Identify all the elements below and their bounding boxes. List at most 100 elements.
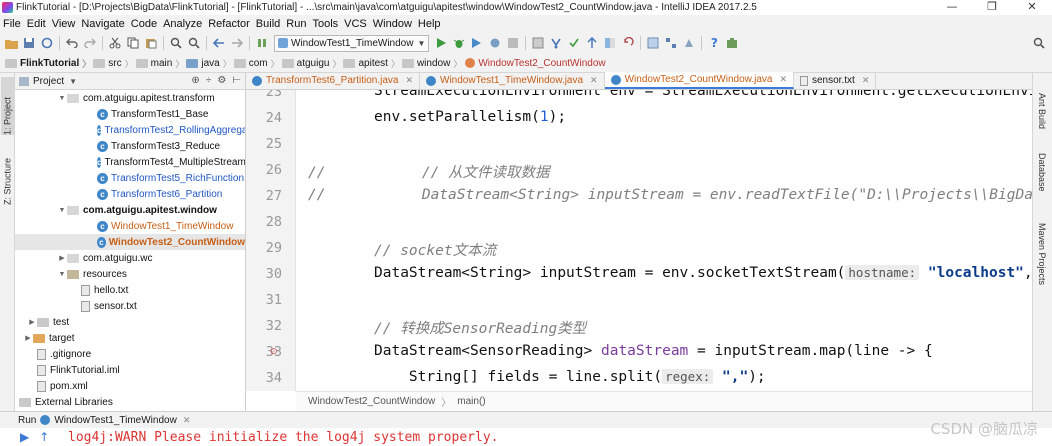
tree-package-item[interactable]: ▶ com.atguigu.wc (15, 250, 245, 266)
expanded-arrow-icon[interactable]: ▼ (57, 271, 67, 278)
build-icon[interactable] (253, 34, 271, 52)
run-configuration-select[interactable]: WindowTest1_TimeWindow ▼ (274, 34, 430, 52)
tree-item[interactable]: ▶ test (15, 314, 245, 330)
breadcrumb-src[interactable]: src 〉 (91, 57, 134, 70)
find-icon[interactable] (167, 34, 185, 52)
lambda-marker-icon[interactable]: ⊙ (270, 347, 278, 357)
collapsed-arrow-icon[interactable]: ▶ (23, 334, 33, 342)
menu-view[interactable]: View (49, 18, 79, 30)
debug-icon[interactable] (450, 34, 468, 52)
tree-item[interactable]: pom.xml (15, 378, 245, 394)
revert-icon[interactable] (619, 34, 637, 52)
chevron-down-icon[interactable]: ▼ (69, 77, 77, 86)
close-tab-icon[interactable]: ✕ (590, 75, 598, 86)
project-tool-tab[interactable]: 1: Project (1, 77, 14, 135)
replace-icon[interactable] (185, 34, 203, 52)
tree-class-item[interactable]: cTransformTest2_RollingAggregation (15, 122, 245, 138)
tree-item[interactable]: ▼ resources (15, 266, 245, 282)
plugin-icon[interactable] (723, 34, 741, 52)
run-icon[interactable] (432, 34, 450, 52)
menu-analyze[interactable]: Analyze (160, 18, 205, 30)
close-tab-icon[interactable]: ✕ (779, 74, 787, 85)
breadcrumb-main[interactable]: main 〉 (134, 57, 184, 70)
menu-vcs[interactable]: VCS (341, 18, 370, 30)
scroll-up-icon[interactable]: ↑ (39, 430, 49, 444)
compare-icon[interactable] (601, 34, 619, 52)
sync-icon[interactable] (38, 34, 56, 52)
collapsed-arrow-icon[interactable]: ▶ (27, 318, 37, 326)
tree-item[interactable]: ▶ target (15, 330, 245, 346)
tree-class-item[interactable]: c TransformTest3_Reduce (15, 138, 245, 154)
maximize-button[interactable]: ❐ (972, 0, 1012, 15)
breadcrumb-atguigu[interactable]: atguigu 〉 (280, 57, 341, 70)
coverage-icon[interactable] (468, 34, 486, 52)
editor-tab[interactable]: sensor.txt ✕ (794, 72, 877, 89)
back-arrow-icon[interactable] (210, 34, 228, 52)
menu-code[interactable]: Code (128, 18, 160, 30)
run-tab[interactable]: WindowTest1_TimeWindow (54, 415, 176, 426)
open-folder-icon[interactable] (2, 34, 20, 52)
tree-class-item[interactable]: c TransformTest4_MultipleStreams (15, 154, 245, 170)
code-editor[interactable]: StreamExecutionEnvironment env = StreamE… (296, 90, 1032, 391)
project-view-label[interactable]: Project (33, 76, 64, 87)
project-structure-icon[interactable] (529, 34, 547, 52)
editor-crumb-method[interactable]: main() (457, 396, 485, 407)
menu-build[interactable]: Build (253, 18, 283, 30)
help-icon[interactable]: ? (705, 34, 723, 52)
menu-tools[interactable]: Tools (309, 18, 341, 30)
collapsed-arrow-icon[interactable]: ▶ (57, 254, 67, 262)
save-all-icon[interactable] (20, 34, 38, 52)
database-tool-tab[interactable]: Database (1037, 153, 1047, 192)
menu-edit[interactable]: Edit (24, 18, 49, 30)
breadcrumb-apitest[interactable]: apitest 〉 (341, 57, 400, 70)
hide-panel-icon[interactable]: ⊢ (232, 75, 241, 86)
redo-icon[interactable] (81, 34, 99, 52)
tree-class-item[interactable]: c TransformTest1_Base (15, 106, 245, 122)
gear-icon[interactable]: ⚙ (217, 75, 226, 86)
vcs-commit-icon[interactable] (565, 34, 583, 52)
tree-package-item[interactable]: ▼ com.atguigu.apitest.window (15, 202, 245, 218)
tree-class-item[interactable]: c WindowTest1_TimeWindow (15, 218, 245, 234)
menu-run[interactable]: Run (283, 18, 309, 30)
editor-tab-active[interactable]: WindowTest2_CountWindow.java ✕ (604, 72, 794, 89)
vcs-update-icon[interactable] (547, 34, 565, 52)
editor-tab[interactable]: WindowTest1_TimeWindow.java ✕ (420, 72, 605, 89)
minimize-button[interactable]: — (932, 0, 972, 15)
breadcrumb-com[interactable]: com 〉 (232, 57, 280, 70)
menu-window[interactable]: Window (370, 18, 415, 30)
tree-class-item[interactable]: c TransformTest6_Partition (15, 186, 245, 202)
rerun-icon[interactable]: ▶ (20, 430, 29, 444)
search-everywhere-icon[interactable] (1030, 34, 1048, 52)
profile-icon[interactable] (486, 34, 504, 52)
tree-item[interactable]: .gitignore (15, 346, 245, 362)
expanded-arrow-icon[interactable]: ▼ (57, 207, 67, 214)
menu-file[interactable]: File (0, 18, 24, 30)
tree-item[interactable]: hello.txt (15, 282, 245, 298)
menu-refactor[interactable]: Refactor (205, 18, 253, 30)
breadcrumb-window[interactable]: window 〉 (400, 57, 462, 70)
undo-icon[interactable] (63, 34, 81, 52)
forward-arrow-icon[interactable] (228, 34, 246, 52)
maven-projects-tool-tab[interactable]: Maven Projects (1037, 223, 1047, 285)
tree-class-item[interactable]: c WindowTest2_CountWindow (15, 234, 245, 250)
paste-icon[interactable] (142, 34, 160, 52)
tree-class-item[interactable]: c TransformTest5_RichFunction (15, 170, 245, 186)
tree-item[interactable]: sensor.txt (15, 298, 245, 314)
ant-build-tool-tab[interactable]: Ant Build (1037, 93, 1047, 129)
scroll-from-source-icon[interactable]: ⊕ (191, 75, 199, 86)
close-tab-icon[interactable]: ✕ (405, 75, 413, 86)
editor-tab[interactable]: TransformTest6_Partition.java ✕ (246, 72, 421, 89)
menu-navigate[interactable]: Navigate (78, 18, 127, 30)
structure-icon[interactable] (662, 34, 680, 52)
breadcrumb-file[interactable]: WindowTest2_CountWindow (462, 58, 606, 69)
tree-package-item[interactable]: ▼ com.atguigu.apitest.transform (15, 90, 245, 106)
tree-item[interactable]: External Libraries (15, 394, 245, 410)
breadcrumb-java[interactable]: java 〉 (184, 57, 232, 70)
stop-icon[interactable] (504, 34, 522, 52)
structure-tool-tab[interactable]: Z: Structure (1, 143, 14, 205)
cut-icon[interactable] (106, 34, 124, 52)
close-tab-icon[interactable]: ✕ (862, 75, 870, 86)
close-button[interactable]: ✕ (1012, 0, 1052, 15)
expanded-arrow-icon[interactable]: ▼ (57, 95, 67, 102)
editor-crumb-class[interactable]: WindowTest2_CountWindow (308, 396, 435, 407)
